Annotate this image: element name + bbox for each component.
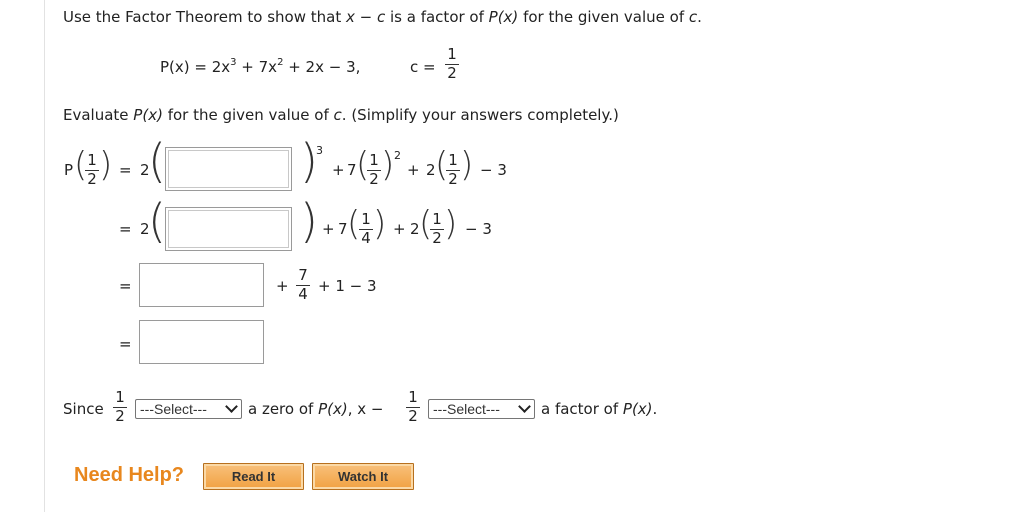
polynomial-definition: P(x) = 2x3 + 7x2 + 2x − 3, (160, 58, 361, 76)
var-x: x (345, 8, 355, 26)
factor-of-text: a factor of P(x). (541, 402, 657, 417)
select-value: ---Select--- (140, 401, 207, 417)
equals-sign: = (119, 277, 132, 295)
paren-close: ) (460, 145, 474, 185)
half-fraction: 12 (430, 212, 444, 246)
fraction-denominator: 2 (447, 64, 457, 82)
minus-sign: − (354, 8, 377, 26)
fraction-numerator: 1 (369, 151, 379, 169)
c-value-fraction: 1 2 (445, 47, 459, 81)
seven-quarters-fraction: 74 (296, 268, 310, 302)
equals-sign: = (119, 161, 132, 179)
fraction-denominator: 2 (448, 170, 458, 188)
fraction-numerator: 1 (448, 151, 458, 169)
big-paren-open: ( (148, 194, 166, 248)
answer-box-4[interactable] (139, 320, 264, 364)
c-label: c = (410, 58, 436, 76)
answer-box-2[interactable] (165, 207, 292, 251)
watch-it-button[interactable]: Watch It (312, 463, 414, 490)
exponent-3: 3 (316, 144, 323, 157)
instructions-text: Use the Factor Theorem to show that (63, 8, 346, 26)
zero-of-text: a zero of P(x), x − (248, 402, 383, 417)
poly-lhs: P(x) = 2x (160, 58, 231, 76)
fraction-denominator: 2 (408, 407, 418, 425)
half-fraction: 12 (406, 390, 420, 424)
fraction-denominator: 2 (87, 170, 97, 188)
minus-three: − 3 (465, 220, 492, 238)
chevron-down-icon (225, 400, 238, 413)
equals-sign: = (119, 335, 132, 353)
plus-sign: + (276, 277, 289, 295)
exponent-2: 2 (394, 149, 401, 162)
plus-sign: + (322, 220, 335, 238)
paren-close: ) (99, 145, 113, 185)
big-paren-close: ) (300, 194, 318, 248)
zero-of-label: a zero of (248, 400, 319, 418)
factor-of-label: a factor of (541, 400, 623, 418)
period: . (697, 8, 702, 26)
since-label: Since (63, 400, 104, 418)
instructions-text-suffix: for the given value of (518, 8, 689, 26)
fraction-numerator: 1 (432, 210, 442, 228)
poly-term-7x: + 7x (236, 58, 278, 76)
evaluate-text-mid: for the given value of (162, 106, 334, 124)
poly-ref: P(x) (488, 8, 519, 26)
poly-rest: + 2x − 3, (283, 58, 361, 76)
answer-box-3[interactable] (139, 263, 264, 307)
read-it-button[interactable]: Read It (203, 463, 304, 490)
equals-sign: = (119, 220, 132, 238)
big-paren-open: ( (148, 134, 166, 188)
x-minus-label: , x − (347, 400, 384, 418)
is-zero-select[interactable]: ---Select--- (135, 399, 242, 419)
fraction-denominator: 2 (369, 170, 379, 188)
fraction-denominator: 4 (298, 285, 308, 303)
plus-sign: + (407, 161, 420, 179)
var-c: c (333, 106, 342, 124)
evaluate-prompt: Evaluate P(x) for the given value of c. … (63, 108, 619, 123)
is-factor-select[interactable]: ---Select--- (428, 399, 535, 419)
plus-sign: + (332, 161, 345, 179)
half-fraction: 12 (446, 153, 460, 187)
fraction-denominator: 4 (361, 229, 371, 247)
evaluate-text-suffix: . (Simplify your answers completely.) (341, 106, 619, 124)
quarter-fraction: 14 (359, 212, 373, 246)
fraction-denominator: 2 (432, 229, 442, 247)
fraction-numerator: 1 (447, 45, 457, 63)
half-fraction: 12 (367, 153, 381, 187)
poly-ref: P(x) (133, 106, 163, 124)
chevron-down-icon (518, 400, 531, 413)
left-divider (44, 0, 45, 512)
plus-one-minus-three: + 1 − 3 (318, 277, 377, 295)
fraction-denominator: 2 (115, 407, 125, 425)
half-fraction: 12 (85, 153, 99, 187)
paren-close: ) (381, 145, 395, 185)
period: . (652, 400, 658, 418)
evaluate-text: Evaluate (63, 106, 134, 124)
var-c-2: c (688, 8, 698, 26)
p-symbol: P (64, 161, 74, 179)
select-value: ---Select--- (433, 401, 500, 417)
plus-sign: + (393, 220, 406, 238)
fraction-numerator: 1 (408, 388, 418, 406)
fraction-numerator: 7 (298, 266, 308, 284)
poly-ref: P(x) (622, 400, 653, 418)
poly-ref: P(x) (318, 400, 348, 418)
fraction-numerator: 1 (115, 388, 125, 406)
paren-close: ) (444, 204, 458, 244)
need-help-label: Need Help? (74, 464, 185, 486)
var-c: c (376, 8, 386, 26)
half-fraction: 12 (113, 390, 127, 424)
instructions: Use the Factor Theorem to show that x − … (63, 10, 702, 25)
instructions-text-mid: is a factor of (385, 8, 489, 26)
minus-three: − 3 (480, 161, 507, 179)
paren-close: ) (373, 204, 387, 244)
fraction-numerator: 1 (87, 151, 97, 169)
fraction-numerator: 1 (361, 210, 371, 228)
answer-box-1[interactable] (165, 147, 292, 191)
